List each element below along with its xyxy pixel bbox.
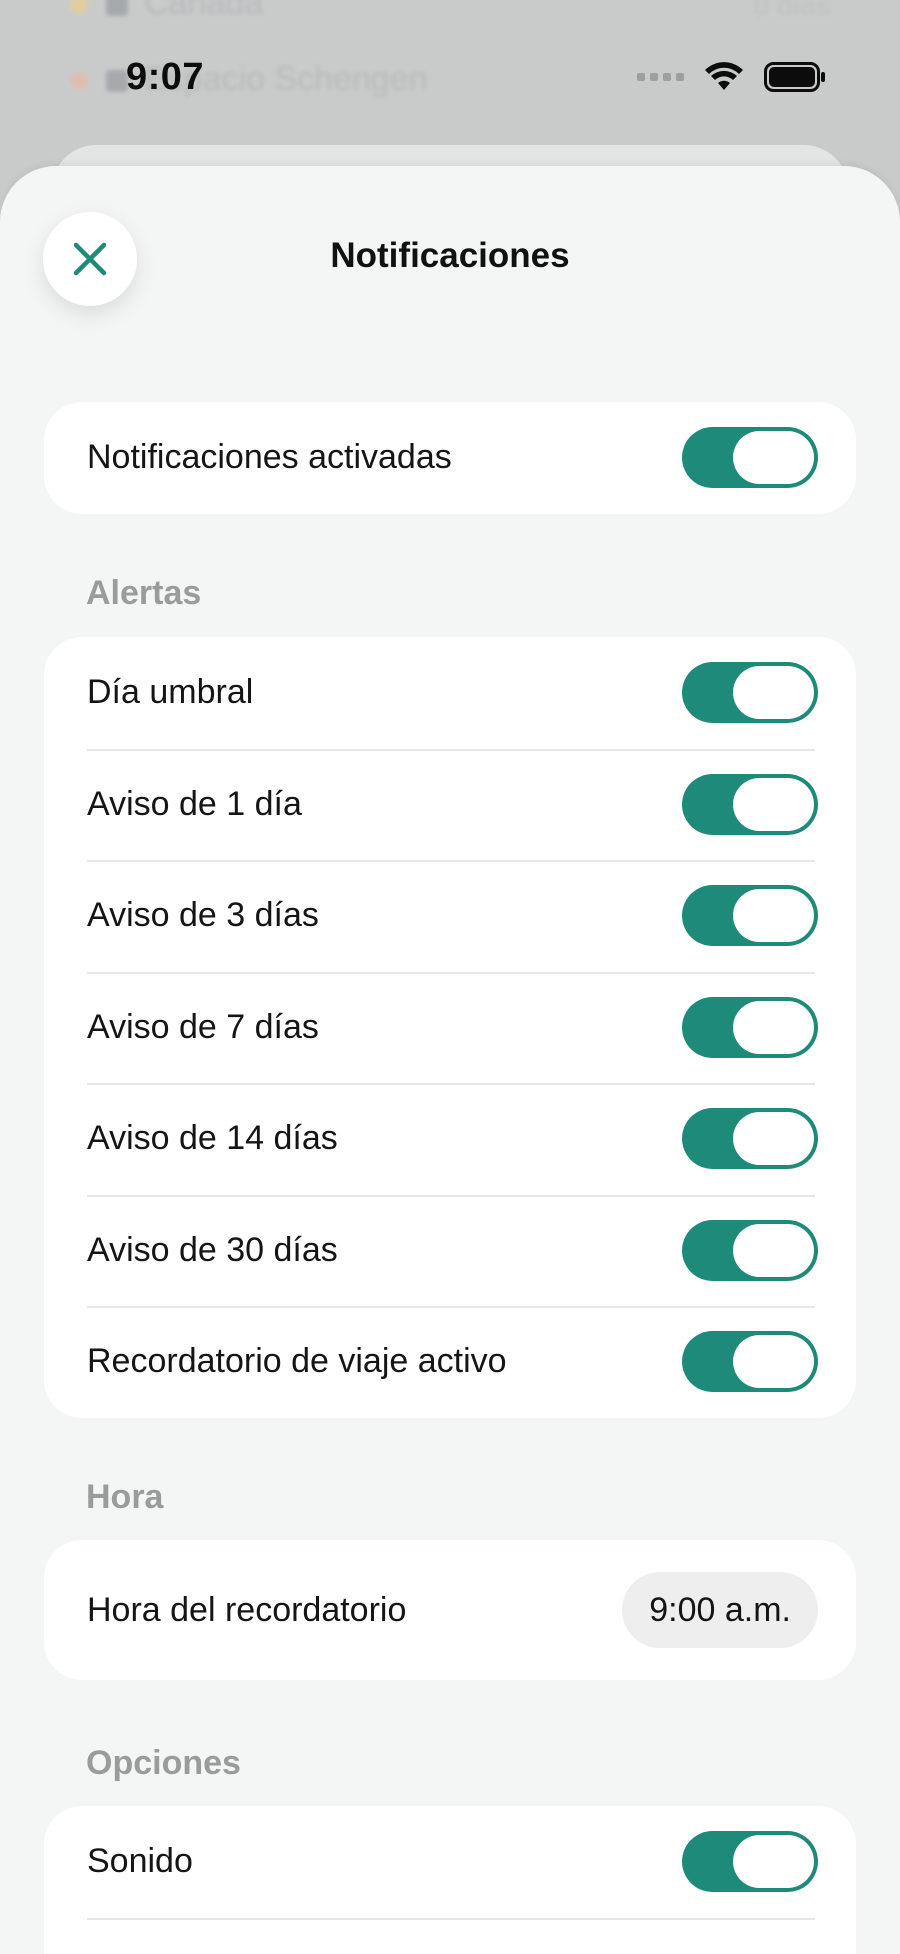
flag-icon [70,72,88,91]
toggle-knob [733,1000,814,1054]
warning-14-days-toggle[interactable] [682,1108,818,1170]
alert-row-14-days: Aviso de 14 días [44,1083,856,1195]
battery-icon [764,62,825,92]
wifi-icon [705,62,743,90]
background-row-value: 0 días [753,0,830,21]
status-time: 9:07 [126,56,205,98]
toggle-knob [733,1335,814,1389]
alert-row-7-days: Aviso de 7 días [44,971,856,1084]
row-label: Aviso de 30 días [87,1230,338,1269]
status-icons [637,62,826,92]
background-row-schengen: Espacio Schengen [70,60,428,99]
row-label: Hora del recordatorio [87,1590,407,1629]
alert-row-1-day: Aviso de 1 día [44,748,856,861]
toggle-knob [733,1835,814,1889]
options-card: Sonido [44,1806,856,1954]
active-trip-reminder-toggle[interactable] [682,1331,818,1393]
row-label: Día umbral [87,673,254,712]
warning-30-days-toggle[interactable] [682,1219,818,1281]
background-row-label: Canadá [144,0,264,22]
warning-3-days-toggle[interactable] [682,885,818,947]
reminder-time-row: Hora del recordatorio 9:00 a.m. [44,1540,856,1680]
notifications-enabled-row: Notificaciones activadas [44,402,856,514]
notifications-sheet: Notificaciones Notificaciones activadas … [0,166,900,1954]
notifications-enabled-toggle[interactable] [682,427,818,489]
folder-icon [106,70,128,93]
alert-row-threshold-day: Día umbral [44,637,856,749]
row-label: Notificaciones activadas [87,438,452,477]
row-label: Sonido [87,1842,193,1881]
row-label: Aviso de 3 días [87,896,319,935]
row-label: Aviso de 1 día [87,784,302,823]
time-card: Hora del recordatorio 9:00 a.m. [44,1540,856,1680]
alert-row-active-trip: Recordatorio de viaje activo [44,1306,856,1418]
background-row-canada: Canadá [70,0,263,23]
row-label: Recordatorio de viaje activo [87,1342,507,1381]
section-header-options: Opciones [86,1744,241,1782]
reminder-time-picker[interactable]: 9:00 a.m. [622,1572,818,1648]
threshold-day-toggle[interactable] [682,662,818,724]
warning-7-days-toggle[interactable] [682,996,818,1058]
alerts-card: Día umbral Aviso de 1 día Aviso de 3 día… [44,637,856,1418]
master-toggle-card: Notificaciones activadas [44,402,856,514]
row-label: Aviso de 14 días [87,1119,338,1158]
options-next-row [44,1917,856,1954]
alert-row-3-days: Aviso de 3 días [44,860,856,972]
toggle-knob [733,1112,814,1166]
section-header-time: Hora [86,1478,164,1516]
toggle-knob [733,889,814,943]
warning-1-day-toggle[interactable] [682,773,818,835]
row-label: Aviso de 7 días [87,1007,319,1046]
page-title: Notificaciones [330,236,570,275]
sound-toggle[interactable] [682,1831,818,1893]
sound-row: Sonido [44,1806,856,1918]
toggle-knob [733,431,814,485]
toggle-knob [733,666,814,720]
cellular-signal-icon [637,73,684,81]
folder-icon [106,0,128,17]
toggle-knob [733,777,814,831]
flag-icon [70,0,88,15]
section-header-alerts: Alertas [86,574,202,612]
toggle-knob [733,1223,814,1277]
alert-row-30-days: Aviso de 30 días [44,1194,856,1307]
